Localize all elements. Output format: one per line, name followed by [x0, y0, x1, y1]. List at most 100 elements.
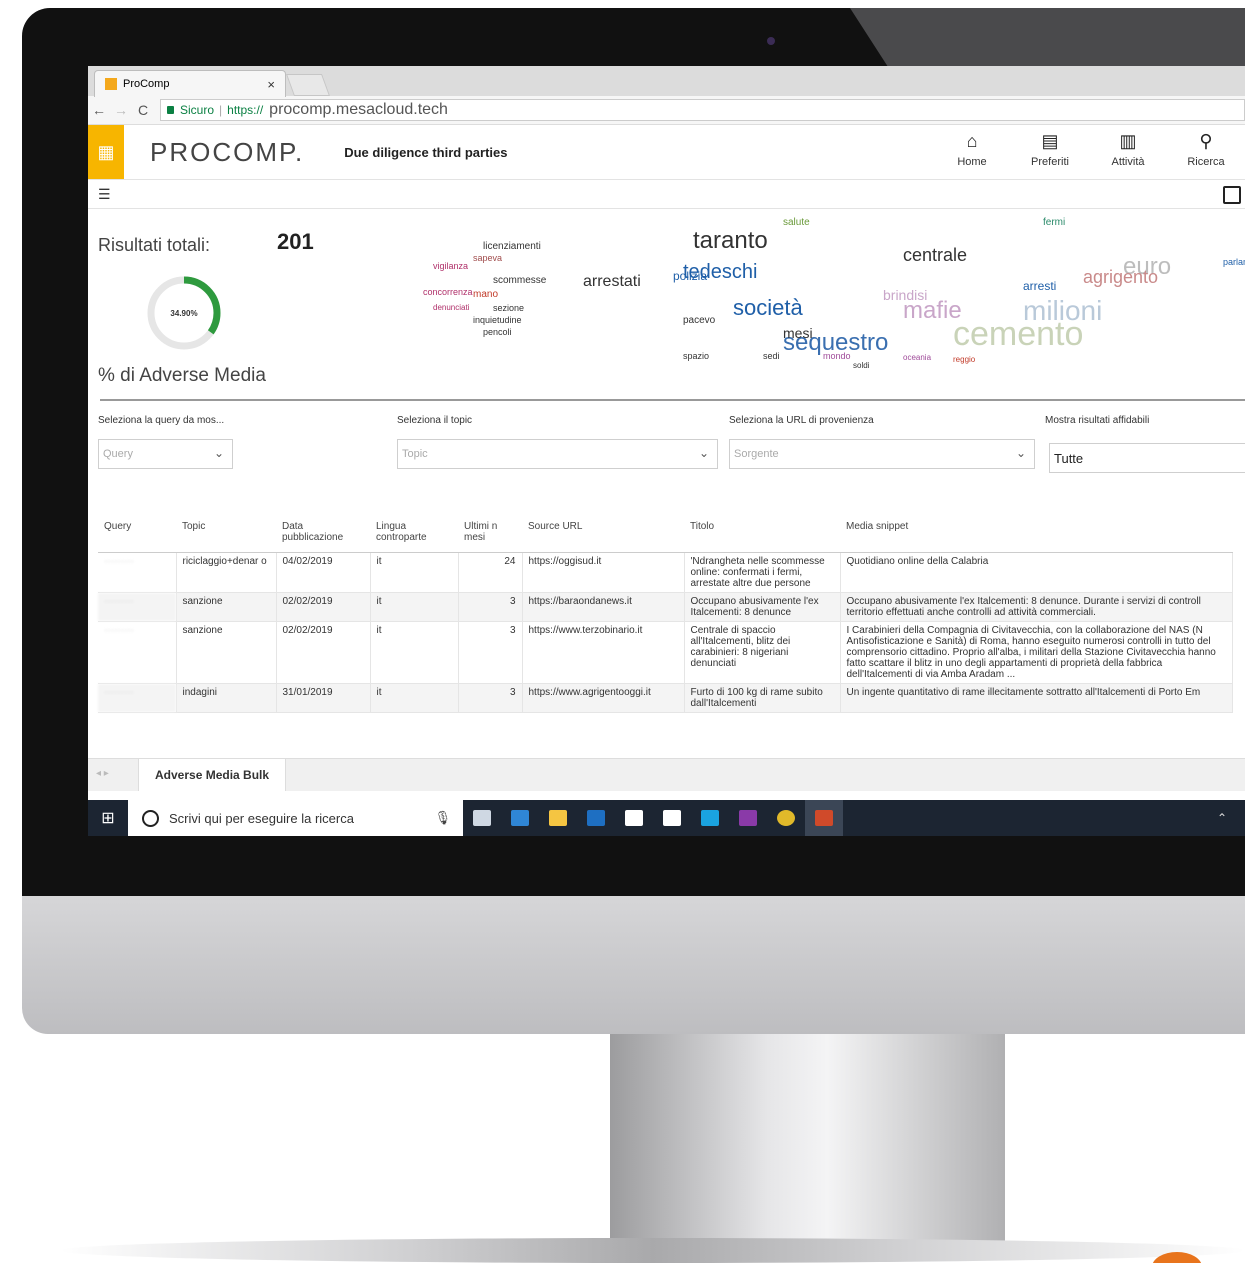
- col-date[interactable]: Data pubblicazione: [276, 518, 370, 553]
- search-icon: ⚲: [1199, 131, 1213, 151]
- col-months[interactable]: Ultimi n mesi: [458, 518, 522, 553]
- cell-date: 04/02/2019: [276, 552, 371, 593]
- back-icon[interactable]: ←: [88, 102, 110, 118]
- cloud-word: concorrenza: [423, 287, 473, 297]
- nav-preferiti[interactable]: ▤ Preferiti: [1011, 131, 1089, 168]
- onenote-icon[interactable]: [729, 800, 767, 836]
- cloud-word: oceania: [903, 353, 932, 362]
- cell-lang: it: [370, 621, 459, 684]
- mail-icon[interactable]: [615, 800, 653, 836]
- skype-icon[interactable]: [691, 800, 729, 836]
- powerpoint-icon[interactable]: [805, 800, 843, 836]
- cloud-word: inquietudine: [473, 315, 522, 325]
- cell-months: 3: [458, 621, 523, 684]
- filter-label-reliable: Mostra risultati affidabili: [1045, 415, 1150, 426]
- cloud-word: società: [733, 295, 803, 320]
- word-cloud: taranto centrale tedeschi società sequestro m…: [373, 217, 1245, 393]
- url-field[interactable]: Sicuro | https:// procomp.mesacloud.tech: [160, 99, 1245, 121]
- table-row[interactable]: ········· indagini 31/01/2019 it 3 https://ww…: [98, 683, 1233, 713]
- windows-taskbar: ⊞ Scrivi qui per eseguire la ricerca 🎙 ⌃: [88, 800, 1245, 836]
- lock-icon: [167, 106, 174, 114]
- system-tray-icon[interactable]: ⌃: [1217, 811, 1227, 825]
- cloud-word: mondo: [823, 351, 851, 361]
- page-title: Due diligence third parties: [344, 144, 508, 160]
- query-select[interactable]: Query ⌄: [98, 439, 233, 469]
- sheet-tab-adverse-media[interactable]: Adverse Media Bulk: [138, 759, 287, 791]
- cell-title: Centrale di spaccio all'Italcementi, bli…: [684, 621, 841, 684]
- forward-icon[interactable]: →: [110, 102, 132, 118]
- cell-date: 02/02/2019: [276, 592, 371, 622]
- stats-panel: Risultati totali: 201 34.90% % di Advers…: [88, 209, 1245, 399]
- windows-start-icon[interactable]: ⊞: [88, 808, 128, 828]
- nav-label: Attività: [1111, 156, 1145, 168]
- table-row[interactable]: ········· sanzione 02/02/2019 it 3 https://ba…: [98, 592, 1233, 622]
- cortana-icon: [142, 809, 159, 827]
- cell-snippet: Quotidiano online della Calabria: [840, 552, 1233, 593]
- taskbar-search[interactable]: Scrivi qui per eseguire la ricerca 🎙: [128, 800, 463, 836]
- cloud-word: soldi: [853, 361, 870, 370]
- browser-tab-strip: ProComp ×: [88, 66, 1245, 97]
- nav-ricerca[interactable]: ⚲ Ricerca: [1167, 131, 1245, 168]
- topic-select[interactable]: Topic ⌄: [397, 439, 718, 469]
- col-query[interactable]: Query: [98, 518, 176, 553]
- webcam: [767, 37, 775, 45]
- cloud-word: arrestati: [583, 273, 641, 290]
- new-tab-button[interactable]: [285, 74, 331, 96]
- bezel-reflection: [850, 8, 1245, 70]
- edge-icon[interactable]: [501, 800, 539, 836]
- app-launcher-icon[interactable]: ▦: [88, 125, 124, 179]
- browser-tab[interactable]: ProComp ×: [94, 70, 286, 97]
- col-snippet[interactable]: Media snippet: [840, 518, 1232, 553]
- cell-query: ·········: [98, 592, 177, 622]
- table-row[interactable]: ········· riciclaggio+denar o 04/02/2019 it…: [98, 552, 1233, 593]
- col-language[interactable]: Lingua controparte: [370, 518, 458, 553]
- favorites-icon: ▤: [1041, 131, 1059, 151]
- reliable-select[interactable]: Tutte: [1049, 443, 1245, 473]
- cell-query: ·········: [98, 552, 177, 593]
- table-row[interactable]: ········· sanzione 02/02/2019 it 3 https://ww…: [98, 621, 1233, 684]
- address-bar-row: ← → C Sicuro | https:// procomp.mesaclou…: [88, 96, 1245, 125]
- source-select[interactable]: Sorgente ⌄: [729, 439, 1035, 469]
- chevron-down-icon: ⌄: [698, 446, 709, 460]
- sheet-tabs: ◂ ▸ Adverse Media Bulk: [88, 758, 1245, 791]
- table-header: Query Topic Data pubblicazione Lingua co…: [98, 518, 1232, 553]
- cell-url: https://www.agrigentooggi.it: [522, 683, 685, 713]
- filter-label-topic: Seleziona il topic: [397, 415, 473, 426]
- chrome-icon[interactable]: [767, 800, 805, 836]
- task-view-icon[interactable]: [463, 800, 501, 836]
- monitor-chin: [22, 896, 1245, 1034]
- total-results-value: 201: [277, 229, 314, 254]
- cloud-word: mesi: [783, 325, 813, 341]
- chevron-down-icon: ⌄: [1015, 446, 1026, 460]
- col-topic[interactable]: Topic: [176, 518, 276, 553]
- list-menu-icon[interactable]: ☰: [98, 186, 111, 203]
- cloud-word: scommesse: [493, 275, 547, 286]
- microphone-icon[interactable]: 🎙: [434, 810, 451, 826]
- cloud-word: centrale: [903, 245, 968, 265]
- nav-attività[interactable]: ▥ Attività: [1089, 131, 1167, 168]
- col-source-url[interactable]: Source URL: [522, 518, 684, 553]
- cell-months: 3: [458, 683, 523, 713]
- cell-title: 'Ndrangheta nelle scommesse online: conf…: [684, 552, 841, 593]
- nav-home[interactable]: ⌂ Home: [933, 131, 1011, 168]
- total-results-label: Risultati totali:: [98, 235, 211, 255]
- nav-label: Ricerca: [1187, 156, 1225, 168]
- cloud-word: mano: [473, 289, 499, 300]
- cloud-word: licenziamenti: [483, 241, 541, 252]
- reload-icon[interactable]: C: [132, 102, 154, 118]
- cell-months: 24: [458, 552, 523, 593]
- store-icon[interactable]: [653, 800, 691, 836]
- cell-query: ·········: [98, 621, 177, 684]
- app-header: ▦ PROCOMP. Due diligence third parties ⌂…: [88, 125, 1245, 180]
- cloud-word: vigilanza: [433, 261, 469, 271]
- col-title[interactable]: Titolo: [684, 518, 840, 553]
- select-checkbox[interactable]: [1223, 186, 1241, 204]
- sheet-nav-arrows[interactable]: ◂ ▸: [96, 768, 109, 779]
- outlook-icon[interactable]: [577, 800, 615, 836]
- file-explorer-icon[interactable]: [539, 800, 577, 836]
- filter-label-source: Seleziona la URL di provenienza: [729, 415, 874, 426]
- cloud-word: pacevo: [683, 315, 716, 326]
- donut-percent-label: 34.90%: [170, 309, 197, 318]
- cell-url: https://www.terzobinario.it: [522, 621, 685, 684]
- close-tab-icon[interactable]: ×: [267, 77, 275, 92]
